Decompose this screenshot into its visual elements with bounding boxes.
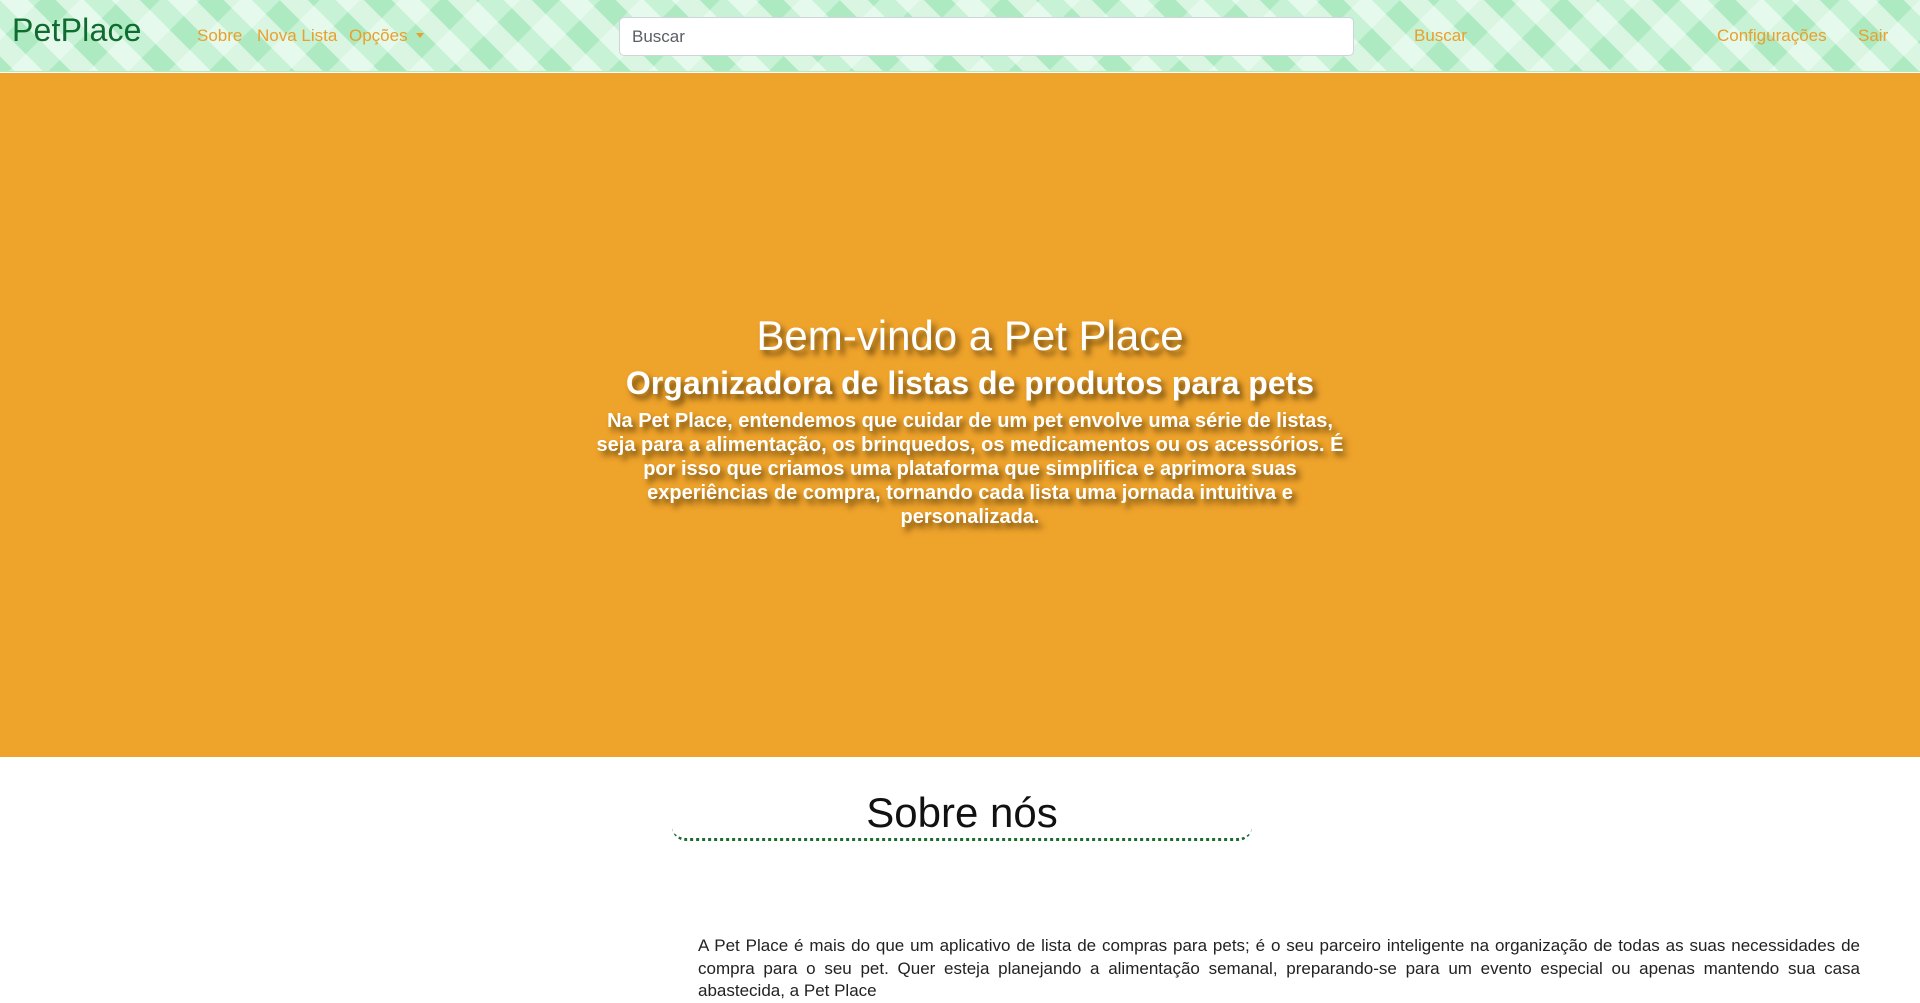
top-navbar: PetPlace Sobre Nova Lista Opções Buscar … (0, 0, 1920, 72)
hero-content: Bem-vindo a Pet Place Organizadora de li… (590, 311, 1350, 529)
search-button[interactable]: Buscar (1414, 26, 1467, 46)
about-paragraph: A Pet Place é mais do que um aplicativo … (698, 936, 1860, 1000)
brand-logo[interactable]: PetPlace (12, 12, 142, 49)
caret-down-icon (415, 33, 424, 38)
about-heading-container: Sobre nós (672, 785, 1252, 841)
hero-banner: Bem-vindo a Pet Place Organizadora de li… (0, 73, 1920, 757)
hero-subtitle: Organizadora de listas de produtos para … (625, 365, 1315, 401)
about-heading: Sobre nós (866, 789, 1058, 836)
nav-link-settings[interactable]: Configurações (1717, 26, 1827, 46)
nav-link-new-list[interactable]: Nova Lista (257, 26, 337, 46)
nav-link-logout[interactable]: Sair (1858, 26, 1888, 46)
nav-link-about[interactable]: Sobre (197, 26, 242, 46)
hero-title: Bem-vindo a Pet Place (756, 312, 1184, 359)
search-input[interactable] (619, 17, 1354, 56)
nav-dropdown-options[interactable]: Opções (349, 26, 424, 46)
nav-dropdown-options-label: Opções (349, 26, 408, 45)
hero-description: Na Pet Place, entendemos que cuidar de u… (596, 410, 1344, 528)
